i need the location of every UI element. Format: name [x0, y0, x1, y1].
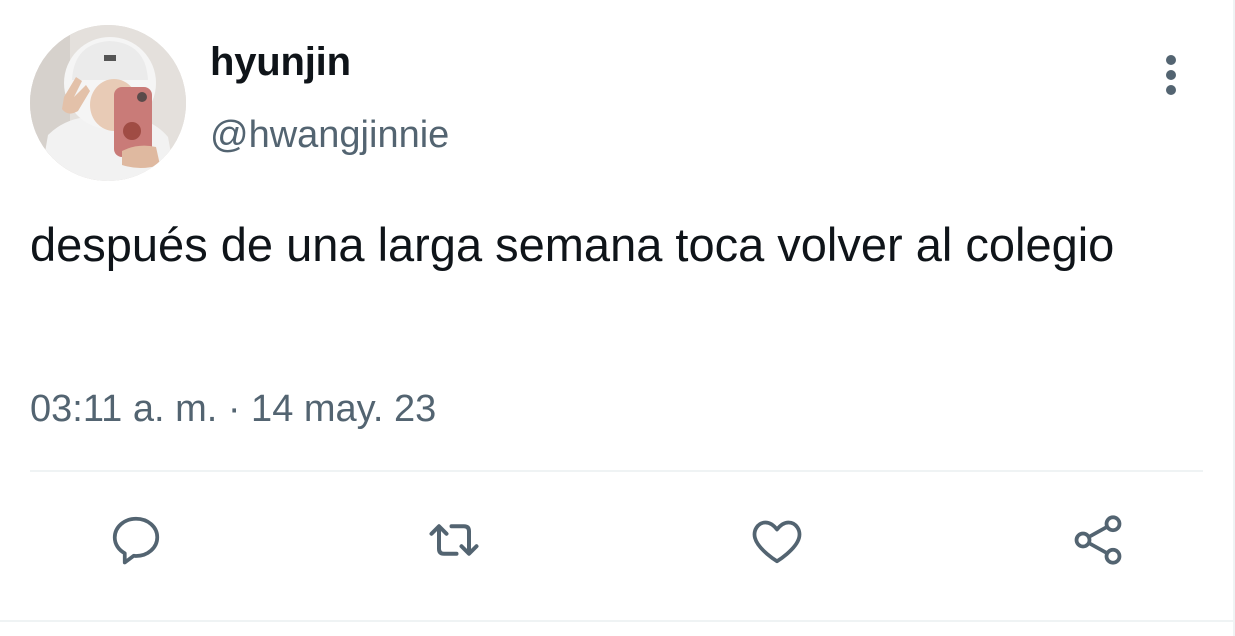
- reply-icon: [112, 516, 160, 565]
- more-options-button[interactable]: [1150, 52, 1192, 98]
- more-vertical-icon: [1166, 55, 1176, 95]
- like-button[interactable]: [745, 508, 809, 572]
- tweet-timestamp[interactable]: 03:11 a. m. · 14 may. 23: [30, 388, 436, 431]
- avatar[interactable]: [30, 25, 186, 181]
- bottom-divider: [0, 620, 1235, 622]
- tweet-text: después de una larga semana toca volver …: [30, 218, 1115, 271]
- action-bar: [0, 508, 1235, 578]
- divider: [30, 470, 1203, 472]
- reply-button[interactable]: [104, 508, 168, 572]
- display-name[interactable]: hyunjin: [210, 40, 351, 85]
- retweet-icon: [429, 524, 479, 556]
- tweet-card: hyunjin @hwangjinnie después de una larg…: [0, 0, 1235, 636]
- heart-icon: [752, 520, 802, 564]
- share-button[interactable]: [1066, 508, 1130, 572]
- user-handle[interactable]: @hwangjinnie: [210, 114, 449, 157]
- avatar-image: [30, 25, 186, 181]
- share-icon: [1074, 515, 1122, 565]
- retweet-button[interactable]: [422, 508, 486, 572]
